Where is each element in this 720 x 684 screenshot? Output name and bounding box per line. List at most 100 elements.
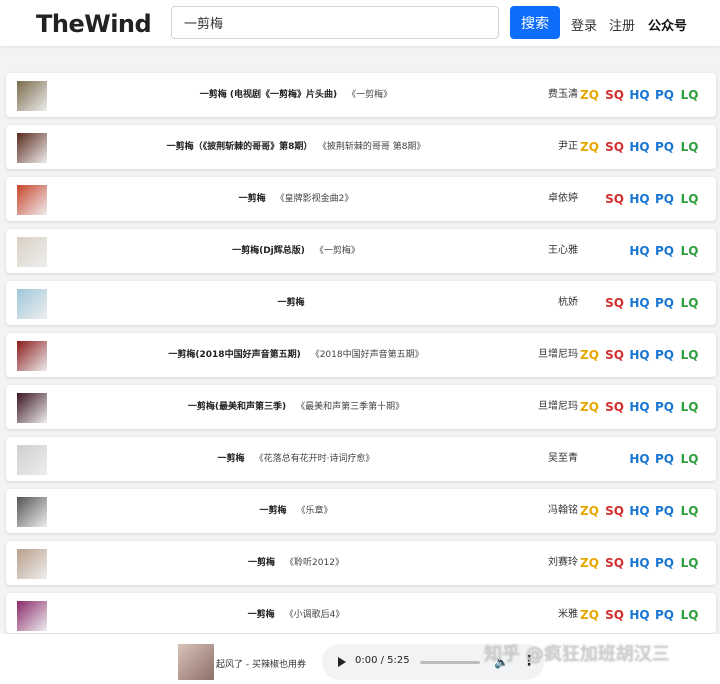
watermark: 知乎 @疯狂加班胡汉三 [484, 644, 670, 665]
quality-zq-link[interactable]: ZQ [577, 348, 602, 362]
song-title[interactable]: 一剪梅(最美和声第三季) [188, 402, 286, 412]
quality-options: SQ HQ PQ LQ [602, 281, 702, 325]
quality-hq-link[interactable]: HQ [627, 608, 652, 622]
quality-sq-link[interactable]: SQ [602, 296, 627, 310]
quality-sq-link[interactable]: SQ [602, 400, 627, 414]
quality-zq-link[interactable]: ZQ [577, 608, 602, 622]
quality-pq-link[interactable]: PQ [652, 192, 677, 206]
quality-lq-link[interactable]: LQ [677, 296, 702, 310]
quality-pq-link[interactable]: PQ [652, 244, 677, 258]
quality-hq-link[interactable]: HQ [627, 88, 652, 102]
album-cover-image [17, 133, 47, 163]
song-info: 一剪梅 《花落总有花开时·诗词疗愈》 [56, 437, 536, 481]
song-row[interactable]: 一剪梅 (电视剧《一剪梅》片头曲) 《一剪梅》 费玉清 ZQ SQ HQ PQ LQ [6, 73, 716, 117]
album-cover-image [17, 185, 47, 215]
song-title[interactable]: 一剪梅 [248, 610, 275, 620]
wechat-link[interactable]: 公众号 [648, 15, 687, 34]
quality-pq-link[interactable]: PQ [652, 348, 677, 362]
quality-pq-link[interactable]: PQ [652, 296, 677, 310]
album-name: 《花落总有花开时·诗词疗愈》 [254, 454, 375, 464]
player-cover-image [178, 644, 214, 680]
song-row[interactable]: 一剪梅(最美和声第三季) 《最美和声第三季第十期》 旦增尼玛 ZQ SQ HQ PQ LQ [6, 385, 716, 429]
quality-pq-link[interactable]: PQ [652, 504, 677, 518]
quality-lq-link[interactable]: LQ [677, 192, 702, 206]
song-info: 一剪梅(2018中国好声音第五期) 《2018中国好声音第五期》 [56, 333, 536, 377]
album-cover-image [17, 341, 47, 371]
search-input[interactable] [171, 6, 499, 39]
quality-pq-link[interactable]: PQ [652, 452, 677, 466]
quality-lq-link[interactable]: LQ [677, 400, 702, 414]
song-info: 一剪梅（《披荆斩棘的哥哥》第8期） 《披荆斩棘的哥哥 第8期》 [56, 125, 536, 169]
quality-lq-link[interactable]: LQ [677, 556, 702, 570]
quality-options: ZQ SQ HQ PQ LQ [577, 593, 702, 637]
quality-options: ZQ SQ HQ PQ LQ [577, 541, 702, 585]
quality-hq-link[interactable]: HQ [627, 244, 652, 258]
quality-lq-link[interactable]: LQ [677, 348, 702, 362]
album-cover-image [17, 393, 47, 423]
search-button[interactable]: 搜索 [510, 6, 560, 39]
quality-hq-link[interactable]: HQ [627, 556, 652, 570]
artist-name: 杭娇 [558, 297, 578, 308]
quality-zq-link[interactable]: ZQ [577, 400, 602, 414]
artist-name: 冯翰铭 [548, 505, 578, 516]
login-link[interactable]: 登录 [571, 15, 597, 34]
quality-lq-link[interactable]: LQ [677, 244, 702, 258]
quality-sq-link[interactable]: SQ [602, 88, 627, 102]
song-row[interactable]: 一剪梅（《披荆斩棘的哥哥》第8期） 《披荆斩棘的哥哥 第8期》 尹正 ZQ SQ HQ PQ… [6, 125, 716, 169]
quality-sq-link[interactable]: SQ [602, 504, 627, 518]
song-title[interactable]: 一剪梅 [259, 506, 286, 516]
quality-pq-link[interactable]: PQ [652, 608, 677, 622]
song-title[interactable]: 一剪梅(2018中国好声音第五期) [168, 350, 300, 360]
quality-sq-link[interactable]: SQ [602, 348, 627, 362]
song-title[interactable]: 一剪梅 [248, 558, 275, 568]
song-title[interactable]: 一剪梅 [239, 194, 266, 204]
quality-options: SQ HQ PQ LQ [602, 177, 702, 221]
quality-sq-link[interactable]: SQ [602, 192, 627, 206]
quality-lq-link[interactable]: LQ [677, 140, 702, 154]
song-info: 一剪梅 《小调歌后4》 [56, 593, 536, 637]
quality-hq-link[interactable]: HQ [627, 296, 652, 310]
quality-pq-link[interactable]: PQ [652, 400, 677, 414]
quality-hq-link[interactable]: HQ [627, 504, 652, 518]
quality-sq-link[interactable]: SQ [602, 556, 627, 570]
song-row[interactable]: 一剪梅(Dj辉总版) 《一剪梅》 王心雅 HQ PQ LQ [6, 229, 716, 273]
quality-zq-link[interactable]: ZQ [577, 504, 602, 518]
quality-hq-link[interactable]: HQ [627, 452, 652, 466]
quality-lq-link[interactable]: LQ [677, 608, 702, 622]
song-row[interactable]: 一剪梅 《皇牌影视金曲2》 卓依婷 SQ HQ PQ LQ [6, 177, 716, 221]
quality-pq-link[interactable]: PQ [652, 88, 677, 102]
quality-sq-link[interactable]: SQ [602, 140, 627, 154]
song-title[interactable]: 一剪梅(Dj辉总版) [232, 246, 305, 256]
song-title[interactable]: 一剪梅 [218, 454, 245, 464]
quality-zq-link[interactable]: ZQ [577, 88, 602, 102]
playback-time: 0:00 / 5:25 [355, 655, 410, 666]
album-cover-image [17, 81, 47, 111]
song-row[interactable]: 一剪梅 杭娇 SQ HQ PQ LQ [6, 281, 716, 325]
quality-sq-link[interactable]: SQ [602, 608, 627, 622]
song-title[interactable]: 一剪梅 [277, 298, 304, 308]
quality-hq-link[interactable]: HQ [627, 400, 652, 414]
quality-pq-link[interactable]: PQ [652, 556, 677, 570]
quality-zq-link[interactable]: ZQ [577, 140, 602, 154]
song-row[interactable]: 一剪梅 《乐章》 冯翰铭 ZQ SQ HQ PQ LQ [6, 489, 716, 533]
quality-pq-link[interactable]: PQ [652, 140, 677, 154]
song-title[interactable]: 一剪梅 (电视剧《一剪梅》片头曲) [200, 90, 337, 100]
register-link[interactable]: 注册 [609, 15, 635, 34]
play-icon[interactable] [338, 657, 346, 667]
song-row[interactable]: 一剪梅 《花落总有花开时·诗词疗愈》 吴至青 HQ PQ LQ [6, 437, 716, 481]
progress-slider[interactable] [420, 661, 480, 664]
quality-hq-link[interactable]: HQ [627, 192, 652, 206]
site-logo[interactable]: TheWind [36, 10, 152, 38]
song-title[interactable]: 一剪梅（《披荆斩棘的哥哥》第8期） [167, 142, 313, 152]
quality-lq-link[interactable]: LQ [677, 504, 702, 518]
quality-zq-link[interactable]: ZQ [577, 556, 602, 570]
album-name: 《小调歌后4》 [284, 610, 345, 620]
quality-hq-link[interactable]: HQ [627, 348, 652, 362]
song-row[interactable]: 一剪梅 《小调歌后4》 米雅 ZQ SQ HQ PQ LQ [6, 593, 716, 633]
quality-lq-link[interactable]: LQ [677, 88, 702, 102]
quality-hq-link[interactable]: HQ [627, 140, 652, 154]
song-row[interactable]: 一剪梅(2018中国好声音第五期) 《2018中国好声音第五期》 旦增尼玛 ZQ SQ H… [6, 333, 716, 377]
song-row[interactable]: 一剪梅 《聆听2012》 刘赛玲 ZQ SQ HQ PQ LQ [6, 541, 716, 585]
quality-lq-link[interactable]: LQ [677, 452, 702, 466]
album-cover-image [17, 601, 47, 631]
